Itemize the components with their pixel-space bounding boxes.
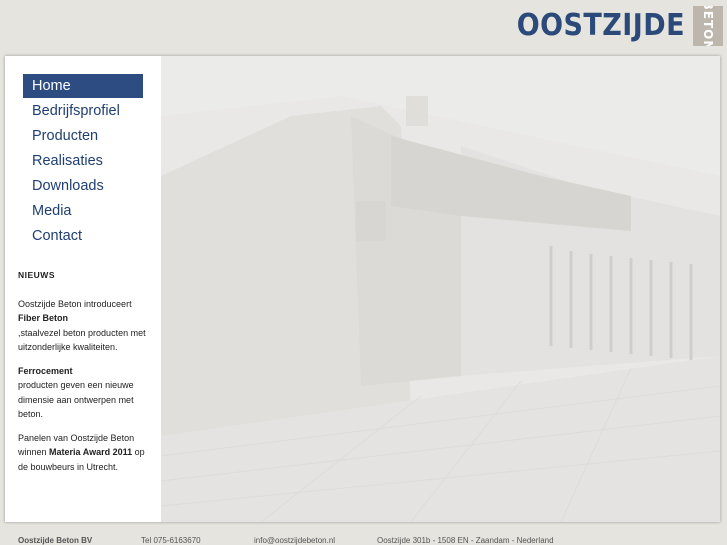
logo-wordmark: OOSTZIJDE xyxy=(516,8,685,43)
nav-item-bedrijfsprofiel[interactable]: Bedrijfsprofiel xyxy=(23,99,143,123)
logo[interactable]: OOSTZIJDE BETON xyxy=(498,6,723,46)
logo-badge-text: BETON xyxy=(701,6,715,46)
news-item: Oostzijde Beton introduceert Fiber Beton… xyxy=(18,297,150,355)
footer-address: Oostzijde 301b - 1508 EN - Zaandam - Ned… xyxy=(377,536,554,545)
news-highlight: Fiber Beton xyxy=(18,313,69,323)
news-item: Ferrocement producten geven een nieuwe d… xyxy=(18,364,150,422)
nav-item-realisaties[interactable]: Realisaties xyxy=(23,149,143,173)
news-heading: NIEUWS xyxy=(18,270,55,280)
news-highlight: Materia Award 2011 xyxy=(49,447,133,457)
news-highlight: Ferrocement xyxy=(18,365,73,376)
news-text: Oostzijde Beton introduceert xyxy=(18,298,132,309)
news-section: NIEUWS Oostzijde Beton introduceert Fibe… xyxy=(18,268,150,483)
building-photo-faded xyxy=(161,56,720,522)
content-frame: Home Bedrijfsprofiel Producten Realisati… xyxy=(5,56,720,522)
footer-email[interactable]: info@oostzijdebeton.nl xyxy=(254,536,335,545)
hero-image xyxy=(161,56,720,522)
footer-company: Oostzijde Beton BV xyxy=(18,536,93,545)
news-item: Panelen van Oostzijde Beton winnen Mater… xyxy=(18,431,150,475)
footer-phone: Tel 075-6163670 xyxy=(141,536,201,545)
nav-item-contact[interactable]: Contact xyxy=(23,224,143,248)
news-text: producten geven een nieuwe dimensie aan … xyxy=(18,380,134,419)
sidebar: Home Bedrijfsprofiel Producten Realisati… xyxy=(5,56,161,522)
main-nav: Home Bedrijfsprofiel Producten Realisati… xyxy=(23,74,143,249)
nav-item-home[interactable]: Home xyxy=(23,74,143,98)
nav-item-producten[interactable]: Producten xyxy=(23,124,143,148)
logo-badge: BETON xyxy=(693,6,723,46)
footer: Oostzijde Beton BV Tel 075-6163670 info@… xyxy=(0,530,727,545)
nav-item-media[interactable]: Media xyxy=(23,199,143,223)
nav-item-downloads[interactable]: Downloads xyxy=(23,174,143,198)
news-text: ,staalvezel beton producten met uitzonde… xyxy=(18,327,146,353)
header: OOSTZIJDE BETON xyxy=(0,0,727,56)
